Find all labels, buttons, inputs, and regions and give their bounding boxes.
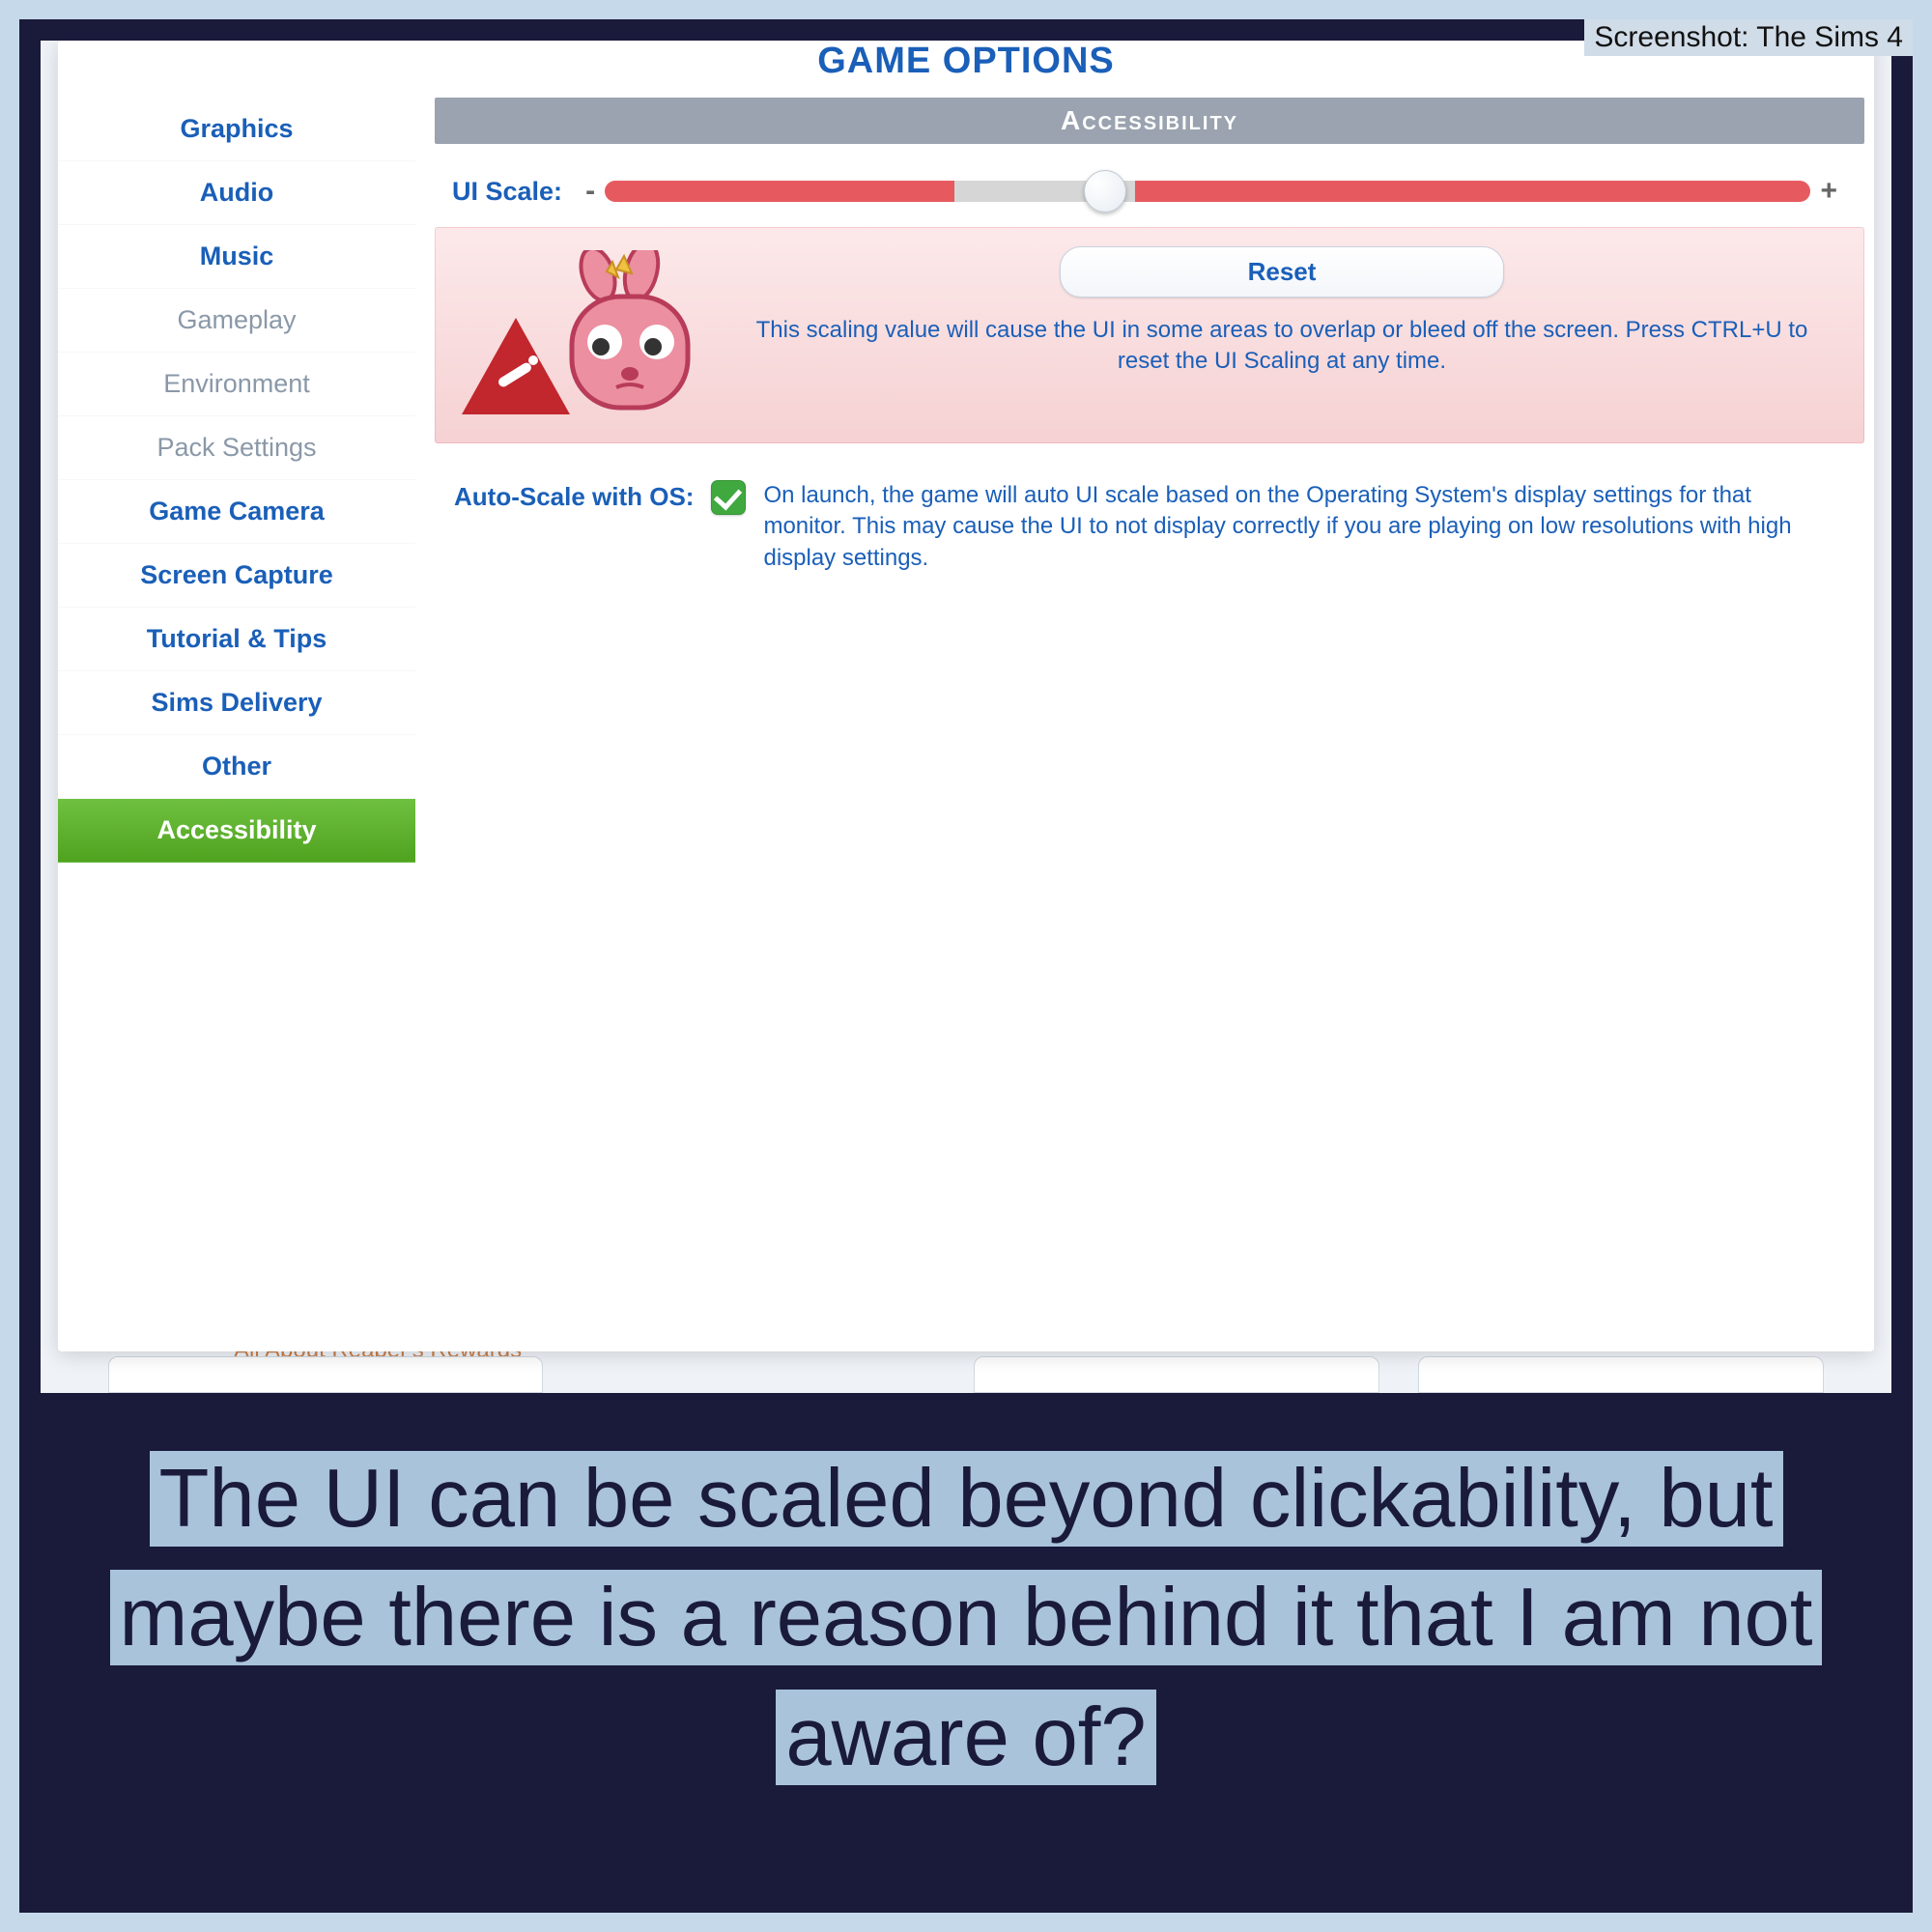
warning-triangle-icon	[458, 314, 574, 420]
game-options-window: GAME OPTIONS Graphics Audio Music Gamepl…	[58, 41, 1874, 1351]
sidebar-item-game-camera[interactable]: Game Camera	[58, 480, 415, 544]
caption-text: The UI can be scaled beyond clickability…	[110, 1451, 1823, 1785]
sidebar-item-other[interactable]: Other	[58, 735, 415, 799]
sidebar-item-tutorial-tips[interactable]: Tutorial & Tips	[58, 608, 415, 671]
options-content: Accessibility UI Scale: - +	[415, 86, 1874, 1351]
sidebar-item-pack-settings[interactable]: Pack Settings	[58, 416, 415, 480]
slider-minus-icon[interactable]: -	[576, 175, 605, 208]
sidebar-item-accessibility[interactable]: Accessibility	[58, 799, 415, 863]
slider-thumb[interactable]	[1084, 170, 1126, 213]
auto-scale-row: Auto-Scale with OS: On launch, the game …	[435, 480, 1864, 574]
source-label: Screenshot: The Sims 4	[1584, 19, 1913, 56]
sidebar-item-audio[interactable]: Audio	[58, 161, 415, 225]
options-sidebar: Graphics Audio Music Gameplay Environmen…	[58, 86, 415, 1351]
warning-message: This scaling value will cause the UI in …	[723, 315, 1841, 378]
screenshot-region: All About Reaper's Rewards GAME OPTIONS …	[41, 41, 1891, 1393]
auto-scale-label: Auto-Scale with OS:	[454, 480, 694, 574]
section-header: Accessibility	[435, 98, 1864, 144]
ui-scale-slider[interactable]	[605, 181, 1810, 202]
auto-scale-checkbox[interactable]	[711, 480, 746, 515]
dialog-button-left[interactable]	[108, 1356, 543, 1393]
dialog-button-mid[interactable]	[974, 1356, 1379, 1393]
caption-area: The UI can be scaled beyond clickability…	[41, 1439, 1891, 1797]
dialog-bottom-buttons	[41, 1356, 1891, 1393]
dark-frame: Screenshot: The Sims 4 All About Reaper'…	[19, 19, 1913, 1913]
ui-scale-warning-panel: Reset This scaling value will cause the …	[435, 227, 1864, 443]
dialog-button-right[interactable]	[1418, 1356, 1824, 1393]
ui-scale-row: UI Scale: - +	[435, 175, 1864, 208]
sidebar-item-graphics[interactable]: Graphics	[58, 98, 415, 161]
slider-plus-icon[interactable]: +	[1810, 175, 1847, 208]
sidebar-item-gameplay[interactable]: Gameplay	[58, 289, 415, 353]
sidebar-item-music[interactable]: Music	[58, 225, 415, 289]
sidebar-item-screen-capture[interactable]: Screen Capture	[58, 544, 415, 608]
reset-button[interactable]: Reset	[1060, 246, 1504, 298]
ui-scale-label: UI Scale:	[452, 177, 562, 207]
sidebar-item-sims-delivery[interactable]: Sims Delivery	[58, 671, 415, 735]
warning-graphic	[458, 246, 699, 420]
auto-scale-description: On launch, the game will auto UI scale b…	[763, 480, 1845, 574]
sidebar-item-environment[interactable]: Environment	[58, 353, 415, 416]
